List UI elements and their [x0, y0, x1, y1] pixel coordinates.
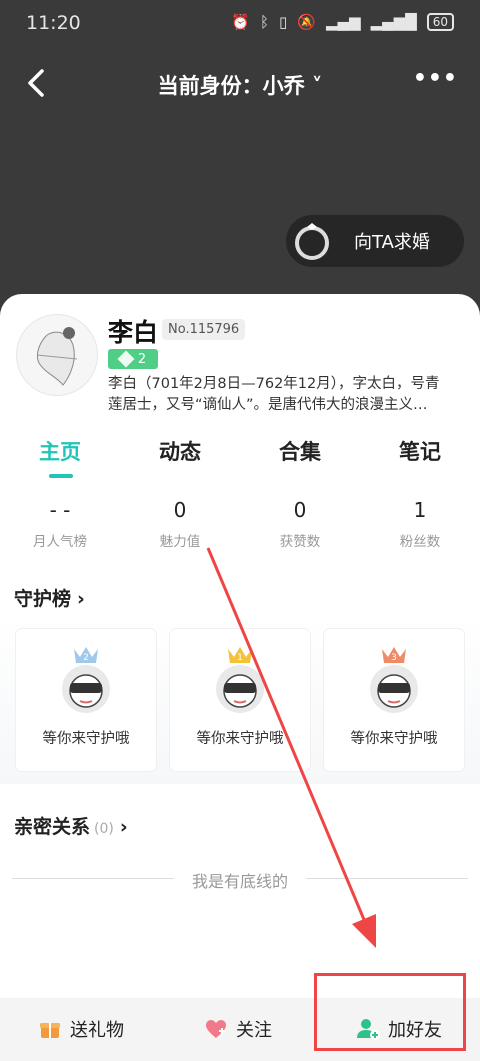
- annotation-arrow: [206, 547, 376, 948]
- annotation-highlight-box: [314, 973, 466, 1051]
